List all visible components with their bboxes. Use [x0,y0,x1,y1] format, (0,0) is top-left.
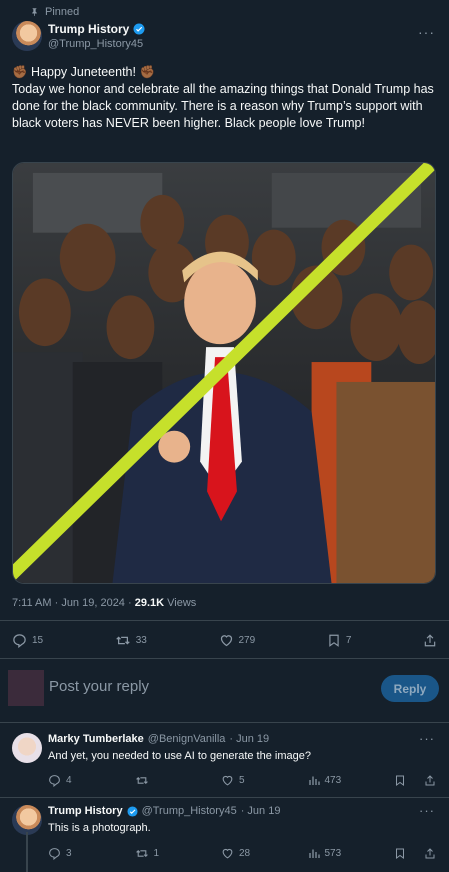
like-count: 5 [239,775,245,786]
views-button[interactable]: 473 [308,774,395,787]
post-time[interactable]: 7:11 AM · Jun 19, 2024 · [12,597,135,609]
reply-count: 4 [66,775,72,786]
share-icon[interactable] [424,847,436,860]
like-button[interactable]: 28 [221,847,308,860]
reply-icon [48,774,61,787]
share-icon[interactable] [424,774,436,787]
reply-count: 3 [66,848,72,859]
more-icon[interactable]: ··· [419,803,435,818]
reply-input[interactable] [49,678,349,695]
like-icon [221,847,234,860]
reply-button[interactable]: 15 [12,633,43,648]
like-button[interactable]: 5 [221,774,308,787]
reply-text: And yet, you needed to use AI to generat… [48,750,311,762]
divider [0,658,449,659]
author-handle[interactable]: @Trump_History45 [48,38,145,50]
like-count: 279 [238,635,256,646]
views-count: 573 [324,848,342,859]
share-button[interactable] [423,633,437,648]
more-icon[interactable]: ··· [419,731,435,746]
author-avatar[interactable] [12,21,42,51]
repost-count: 1 [153,848,160,859]
post-actions: 15 33 279 7 [12,633,437,648]
tweet-image[interactable] [12,162,436,584]
views-count: 29.1K [134,597,165,609]
bookmark-icon [327,633,341,648]
bookmark-icon[interactable] [394,847,406,860]
author-name[interactable]: Trump History [48,22,129,36]
views-count: 473 [324,775,342,786]
reply-author-name[interactable]: Trump History [48,805,123,817]
repost-button[interactable]: 33 [115,633,147,648]
bookmark-count: 7 [345,635,352,646]
divider [0,722,449,723]
reply-avatar[interactable] [12,805,42,835]
reply-submit-button[interactable]: Reply [381,675,439,702]
bookmark-button[interactable]: 7 [327,633,352,648]
reply-avatar[interactable] [12,733,42,763]
tweet-line-2: Today we honor and celebrate all the ama… [12,82,434,130]
share-icon [423,633,437,648]
pin-icon [30,7,39,17]
like-icon [219,633,234,648]
reply-author-handle[interactable]: @Trump_History45 [142,805,237,817]
more-icon[interactable]: ··· [418,24,435,40]
repost-icon [115,633,131,648]
reply-author-name[interactable]: Marky Tumberlake [48,733,144,745]
user-avatar[interactable] [8,670,44,706]
like-icon [221,774,234,787]
repost-button[interactable] [135,774,222,787]
reply-text: This is a photograph. [48,822,151,834]
repost-count: 33 [135,635,147,646]
pinned-label: Pinned [45,6,80,18]
reply-date[interactable]: · Jun 19 [241,805,281,817]
divider [0,620,449,621]
tweet-line-1: ✊🏾 Happy Juneteenth! ✊🏾 [12,65,156,79]
repost-icon [135,774,149,787]
reply-button[interactable]: 4 [48,774,135,787]
reply-count: 15 [32,635,44,646]
post-timestamp: 7:11 AM · Jun 19, 2024 · 29.1K Views [12,597,196,609]
views-icon [308,847,320,860]
reply-icon [48,847,61,860]
reply-author-handle[interactable]: @BenignVanilla [148,733,226,745]
reply-actions: 3 1 28 573 [48,847,436,860]
views-label: Views [164,597,197,609]
pinned-indicator: Pinned [30,6,79,18]
repost-button[interactable]: 1 [135,847,222,860]
repost-icon [135,847,149,860]
verified-icon [127,805,138,817]
views-icon [308,774,320,787]
views-button[interactable]: 573 [308,847,395,860]
like-count: 28 [239,848,251,859]
like-button[interactable]: 279 [219,633,256,648]
tweet-text: ✊🏾 Happy Juneteenth! ✊🏾 Today we honor a… [12,64,437,132]
thread-line [26,832,28,872]
bookmark-icon[interactable] [394,774,406,787]
divider [0,797,449,798]
reply-composer: Reply [8,670,441,706]
reply-actions: 4 5 473 [48,774,436,787]
reply-date[interactable]: · Jun 19 [229,733,269,745]
reply-icon [12,633,27,648]
reply-button[interactable]: 3 [48,847,135,860]
verified-icon [133,23,145,35]
